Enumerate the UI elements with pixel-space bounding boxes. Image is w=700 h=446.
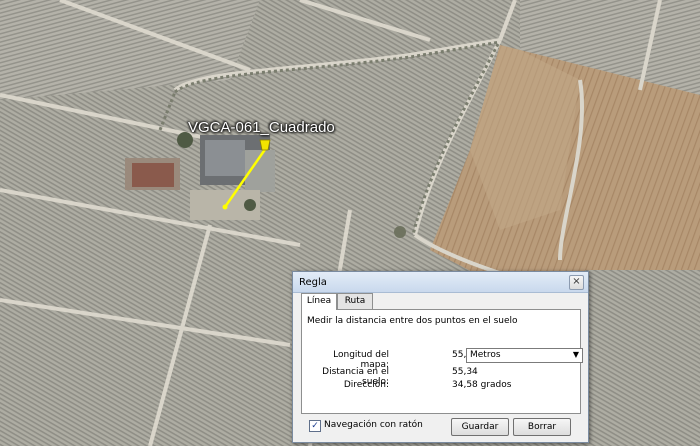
close-icon[interactable]: × bbox=[569, 275, 584, 290]
unit-select[interactable]: Metros ▼ bbox=[466, 348, 583, 363]
heading-label: Dirección: bbox=[343, 380, 389, 390]
tab-linea[interactable]: Línea bbox=[301, 293, 337, 310]
mouse-navigation-label: Navegación con ratón bbox=[324, 420, 423, 430]
heading-value: 34,58 grados bbox=[452, 380, 512, 390]
unit-select-value: Metros bbox=[470, 350, 501, 360]
dropdown-arrow-icon: ▼ bbox=[572, 350, 579, 359]
dialog-titlebar[interactable]: Regla × bbox=[293, 272, 588, 293]
dialog-title: Regla bbox=[299, 277, 327, 288]
ground-distance-value: 55,34 bbox=[452, 367, 478, 377]
save-button[interactable]: Guardar bbox=[451, 418, 509, 436]
measure-description: Medir la distancia entre dos puntos en e… bbox=[307, 316, 518, 326]
measure-panel: Medir la distancia entre dos puntos en e… bbox=[301, 309, 583, 414]
clear-button[interactable]: Borrar bbox=[513, 418, 571, 436]
ruler-dialog: Regla × Línea Ruta Medir la distancia en… bbox=[292, 271, 589, 443]
tab-ruta[interactable]: Ruta bbox=[337, 293, 373, 309]
placemark-pin-icon bbox=[259, 139, 271, 151]
mouse-navigation-checkbox[interactable]: ✓ bbox=[309, 420, 321, 432]
placemark-label[interactable]: VGCA-061_Cuadrado bbox=[188, 119, 335, 136]
